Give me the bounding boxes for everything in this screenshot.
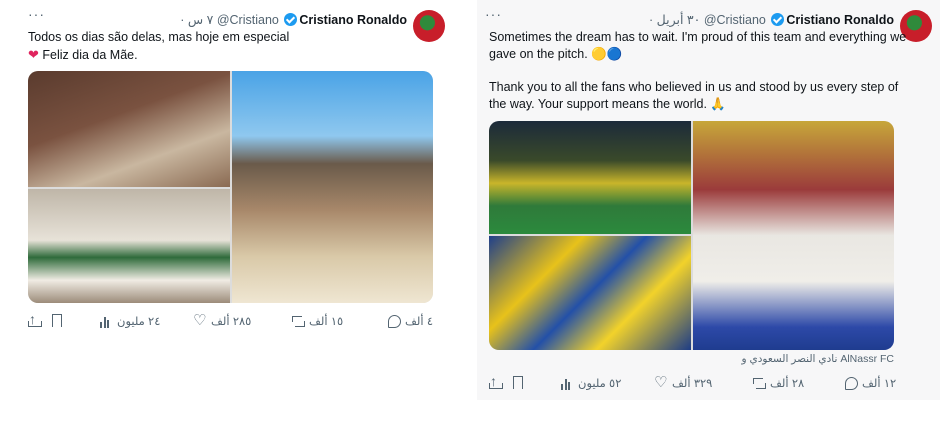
author-name[interactable]: Cristiano Ronaldo — [299, 13, 407, 27]
photo-family-outdoor[interactable] — [232, 71, 433, 303]
reply-count: ١٢ ألف — [862, 378, 897, 390]
tweet-media-grid — [28, 71, 433, 303]
photo-mother-and-son[interactable] — [28, 71, 230, 187]
reply-icon — [845, 376, 858, 390]
more-options-button[interactable]: ··· — [485, 6, 502, 22]
retweet-count: ٢٨ ألف — [770, 378, 805, 390]
tweet-text-line: ❤ Feliz dia da Mãe. — [28, 46, 289, 64]
share-button[interactable] — [489, 373, 503, 389]
share-button[interactable] — [28, 311, 42, 327]
tweet-text-line: Todos os dias são delas, mas hoje em esp… — [28, 30, 290, 44]
heart-icon — [193, 311, 207, 329]
like-count: ٢٨٥ ألف — [211, 316, 252, 328]
tweet-text-line: gave on the pitch. 🟡🔵 — [489, 47, 623, 61]
views-button[interactable]: ٥٢ مليون — [561, 376, 621, 390]
like-button[interactable]: ٣٢٩ ألف — [654, 373, 713, 391]
photo-player-applauding[interactable] — [693, 121, 894, 350]
photo-fans-stands[interactable] — [489, 236, 691, 350]
tweet-action-bar: ٥٢ مليون ٣٢٩ ألف ٢٨ ألف ١٢ ألف — [489, 373, 896, 394]
bookmark-icon — [52, 314, 62, 327]
reply-icon — [388, 314, 401, 328]
bookmark-button[interactable] — [52, 314, 62, 327]
retweet-button[interactable]: ٢٨ ألف — [753, 376, 804, 390]
reply-button[interactable]: ١٢ ألف — [845, 376, 896, 390]
views-count: ٢٤ مليون — [117, 316, 161, 328]
tweet-time[interactable]: · ٧ س — [180, 13, 213, 27]
retweet-icon — [292, 315, 305, 328]
author-handle[interactable]: @Cristiano — [217, 13, 279, 27]
retweet-button[interactable]: ١٥ ألف — [292, 314, 343, 328]
views-count: ٥٢ مليون — [578, 378, 622, 390]
tweet-text-line: the way. Your support means the world. 🙏 — [489, 97, 726, 111]
heart-icon — [654, 373, 668, 391]
tweet-text-line: Thank you to all the fans who believed i… — [489, 80, 899, 94]
photo-street-family[interactable] — [28, 189, 230, 303]
tweet-time[interactable]: · ٣٠ أبريل — [649, 13, 700, 27]
photo-team-lineup[interactable] — [489, 121, 691, 234]
author-line: · ٣٠ أبريل @Cristiano Cristiano Ronaldo — [649, 12, 894, 27]
like-button[interactable]: ٢٨٥ ألف — [193, 311, 252, 329]
bookmark-icon — [513, 376, 523, 389]
tweet-media-grid — [489, 121, 894, 350]
verified-badge-icon — [771, 13, 785, 26]
bookmark-button[interactable] — [513, 376, 523, 389]
author-name[interactable]: Cristiano Ronaldo — [786, 13, 894, 27]
reply-button[interactable]: ٤ ألف — [388, 314, 433, 328]
views-icon — [561, 377, 574, 390]
share-icon — [28, 311, 42, 327]
red-heart-icon: ❤ — [28, 47, 39, 62]
tweet-action-bar: ٢٤ مليون ٢٨٥ ألف ١٥ ألف ٤ ألف — [28, 311, 433, 332]
like-count: ٣٢٩ ألف — [672, 378, 713, 390]
tweet-text-line-content: Feliz dia da Mãe. — [42, 48, 138, 62]
share-icon — [489, 373, 503, 389]
avatar[interactable] — [413, 10, 445, 42]
retweet-icon — [753, 377, 766, 390]
media-source-label[interactable]: نادي النصر السعودي و AlNassr FC — [742, 353, 894, 365]
views-button[interactable]: ٢٤ مليون — [100, 314, 160, 328]
tweet-text-line: Sometimes the dream has to wait. I'm pro… — [489, 30, 907, 44]
verified-badge-icon — [284, 13, 298, 26]
views-icon — [100, 315, 113, 328]
author-line: · ٧ س @Cristiano Cristiano Ronaldo — [180, 12, 407, 27]
retweet-count: ١٥ ألف — [309, 316, 344, 328]
tweet-card[interactable]: ··· · ٧ س @Cristiano Cristiano Ronaldo T… — [20, 0, 445, 340]
more-options-button[interactable]: ··· — [28, 6, 45, 22]
tweet-card[interactable]: ··· · ٣٠ أبريل @Cristiano Cristiano Rona… — [477, 0, 940, 400]
reply-count: ٤ ألف — [405, 316, 433, 328]
tweet-text: Sometimes the dream has to wait. I'm pro… — [489, 29, 906, 113]
author-handle[interactable]: @Cristiano — [704, 13, 766, 27]
tweet-text: Todos os dias são delas, mas hoje em esp… — [28, 29, 289, 64]
